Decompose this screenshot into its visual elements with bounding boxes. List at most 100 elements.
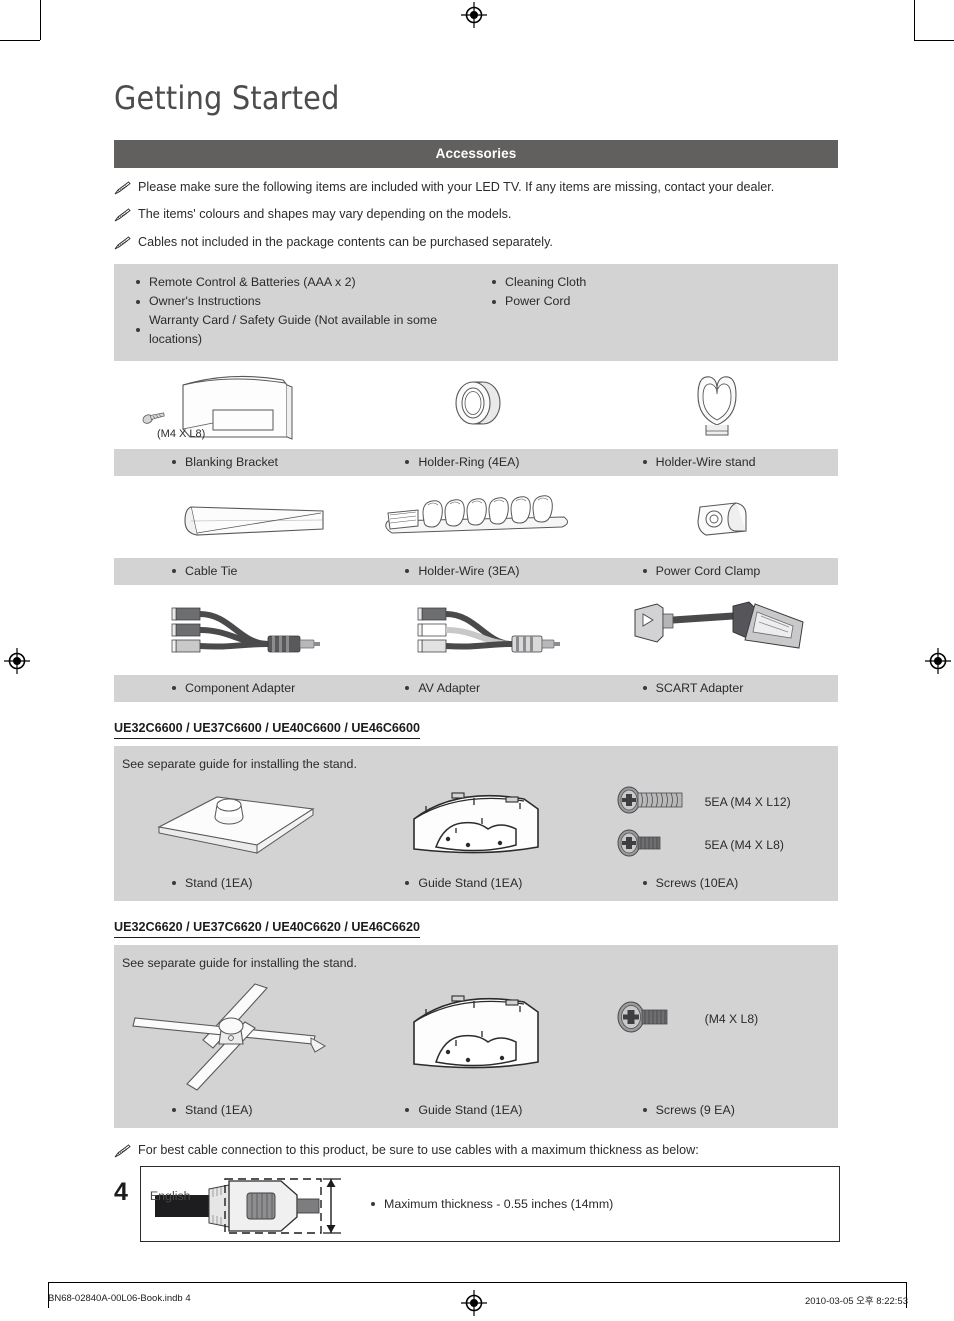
screw-column-c6600: 5EA (M4 X L12) 5EA (M4 X L8) <box>597 779 838 871</box>
print-production-footer: BN68-02840A-00L06-Book.indb 4 2010-03-05… <box>48 1293 908 1307</box>
crop-mark-top-left-horizontal <box>0 40 40 41</box>
crop-mark-top-right-vertical <box>914 0 915 40</box>
footer-divider <box>48 1282 906 1283</box>
note-text: For best cable connection to this produc… <box>138 1142 699 1157</box>
screw-spec-line: (M4 X L8) <box>597 1000 838 1039</box>
stand-caption-label: Guide Stand (1EA) <box>418 875 523 890</box>
screw-long-icon <box>615 785 695 820</box>
stand-caption: Stand (1EA) <box>114 876 367 890</box>
screw-spec-label: 5EA (M4 X L12) <box>704 795 791 810</box>
screw-spec-label: 5EA (M4 X L8) <box>704 838 784 853</box>
stand-caption-label: Stand (1EA) <box>185 1102 253 1117</box>
registration-mark-top-center <box>461 2 487 28</box>
bullet-icon <box>136 299 140 304</box>
list-item: Warranty Card / Safety Guide (Not availa… <box>136 311 482 349</box>
crop-mark-top-left-vertical <box>40 0 41 40</box>
note-text: The items' colours and shapes may vary d… <box>138 207 512 222</box>
accessory-label: Cable Tie <box>185 563 238 578</box>
bullet-icon <box>642 685 647 690</box>
accessory-caption: Blanking Bracket <box>114 455 367 469</box>
cross-stand-art <box>114 978 355 1098</box>
accessory-label: SCART Adapter <box>655 680 744 695</box>
accessory-label: Power Cord Clamp <box>655 563 761 578</box>
crop-mark-top-right-horizontal <box>914 40 954 41</box>
list-item-label: Owner's Instructions <box>149 294 261 309</box>
screw-spec-line: 5EA (M4 X L8) <box>597 828 838 863</box>
stand-plate-art <box>114 779 355 871</box>
accessory-caption: AV Adapter <box>367 681 600 695</box>
accessory-label: Holder-Wire (3EA) <box>418 563 520 578</box>
model-heading-c6600: UE32C6600 / UE37C6600 / UE40C6600 / UE46… <box>114 721 420 739</box>
screw-spec-line: 5EA (M4 X L12) <box>597 785 838 820</box>
note-text: Please make sure the following items are… <box>138 179 775 194</box>
bullet-icon <box>136 280 140 285</box>
bullet-icon <box>405 459 410 464</box>
accessory-caption: Holder-Ring (4EA) <box>367 455 600 469</box>
pencil-icon <box>114 236 131 250</box>
print-footer-filename: BN68-02840A-00L06-Book.indb 4 <box>48 1293 191 1304</box>
bullet-icon <box>642 459 647 464</box>
list-item-label: Power Cord <box>505 294 571 309</box>
cable-thickness-note: For best cable connection to this produc… <box>114 1143 838 1159</box>
bullet-icon <box>492 280 496 285</box>
cable-thickness-label: Maximum thickness - 0.55 inches (14mm) <box>384 1197 614 1212</box>
model-group-c6600: UE32C6600 / UE37C6600 / UE40C6600 / UE46… <box>114 702 838 901</box>
list-item: Power Cord <box>492 292 838 311</box>
screw-short-icon <box>615 1000 695 1039</box>
bullet-icon <box>172 1107 176 1112</box>
guide-stand-art <box>355 779 596 871</box>
accessory-art-row-3 <box>114 584 838 675</box>
component-adapter-art <box>114 585 355 675</box>
bullet-icon <box>172 685 176 690</box>
stand-caption-row-c6600: Stand (1EA) Guide Stand (1EA) Screws (10… <box>114 871 838 901</box>
pencil-icon <box>114 1144 131 1158</box>
accessory-label: Component Adapter <box>185 680 296 695</box>
accessory-art-row-1: (M4 X L8) <box>114 360 838 449</box>
list-item: Owner's Instructions <box>136 292 482 311</box>
page-number: 4 <box>114 1178 128 1206</box>
accessory-label: AV Adapter <box>418 680 481 695</box>
bullet-icon <box>371 1202 375 1207</box>
accessory-caption: Component Adapter <box>114 681 367 695</box>
page-title: Getting Started <box>114 79 340 117</box>
print-footer-timestamp: 2010-03-05 오후 8:22:53 <box>804 1296 908 1307</box>
blanking-bracket-art: (M4 X L8) <box>114 361 355 449</box>
registration-mark-right-center <box>925 648 951 674</box>
cable-tie-art <box>114 476 355 558</box>
cable-thickness-caption: Maximum thickness - 0.55 inches (14mm) <box>371 1197 613 1211</box>
accessory-caption: Cable Tie <box>114 564 367 578</box>
list-item: Cleaning Cloth <box>492 273 838 292</box>
stand-caption: Screws (10EA) <box>601 876 838 890</box>
cable-thickness-box: Maximum thickness - 0.55 inches (14mm) <box>140 1166 840 1243</box>
pencil-icon <box>114 208 131 222</box>
accessory-caption-row-3: Component Adapter AV Adapter SCART Adapt… <box>114 674 838 702</box>
stand-panel-c6620: See separate guide for installing the st… <box>114 944 838 1128</box>
model-group-c6620: UE32C6620 / UE37C6620 / UE40C6620 / UE46… <box>114 901 838 1128</box>
bullet-icon <box>172 568 176 573</box>
av-adapter-art <box>355 585 596 675</box>
accessory-label: Blanking Bracket <box>185 454 278 469</box>
page-content: Getting Started Accessories Please make … <box>114 79 840 1243</box>
holder-wire-stand-art <box>597 361 838 449</box>
accessory-caption: Power Cord Clamp <box>601 564 838 578</box>
bullet-icon <box>405 568 410 573</box>
stand-caption: Screws (9 EA) <box>601 1103 838 1117</box>
accessory-caption-row-2: Cable Tie Holder-Wire (3EA) Power Cord C… <box>114 557 838 585</box>
list-item-label: Cleaning Cloth <box>505 274 587 289</box>
stand-caption: Guide Stand (1EA) <box>367 876 600 890</box>
stand-caption: Guide Stand (1EA) <box>367 1103 600 1117</box>
stand-panel-c6600: See separate guide for installing the st… <box>114 745 838 901</box>
accessory-caption: Holder-Wire stand <box>601 455 838 469</box>
bullet-icon <box>642 1107 647 1112</box>
power-cord-clamp-art <box>597 476 838 558</box>
bullet-icon <box>405 685 410 690</box>
accessory-label: Holder-Wire stand <box>655 454 756 469</box>
guide-stand-art <box>355 978 596 1098</box>
stand-caption-label: Stand (1EA) <box>185 875 253 890</box>
bracket-screw-annotation: (M4 X L8) <box>157 428 205 440</box>
model-heading-c6620: UE32C6620 / UE37C6620 / UE40C6620 / UE46… <box>114 920 420 938</box>
stand-caption-label: Guide Stand (1EA) <box>418 1102 523 1117</box>
list-item-label: Remote Control & Batteries (AAA x 2) <box>149 274 356 289</box>
bullet-icon <box>405 880 410 885</box>
pencil-icon <box>114 180 131 195</box>
